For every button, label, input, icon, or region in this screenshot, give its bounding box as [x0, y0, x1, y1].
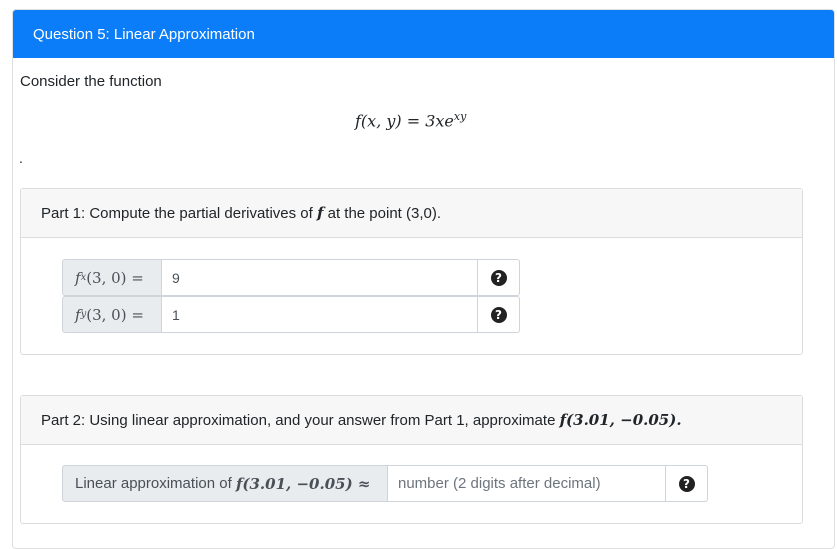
- part1-prompt-var: f: [316, 204, 324, 222]
- part2-panel: Part 2: Using linear approximation, and …: [20, 395, 803, 524]
- linear-approx-help-button[interactable]: ?: [666, 465, 708, 502]
- linear-approx-label: Linear approximation of f(3.01, −0.05) ≈: [62, 465, 388, 502]
- linear-approx-input-group: Linear approximation of f(3.01, −0.05) ≈…: [62, 465, 708, 502]
- part2-header: Part 2: Using linear approximation, and …: [21, 396, 802, 445]
- fx-label-rest: (3, 0) =: [86, 268, 144, 287]
- part1-prompt-pre: Part 1: Compute the partial derivatives …: [41, 205, 313, 222]
- fy-label-rest: (3, 0) =: [86, 305, 144, 324]
- trailing-dot: .: [19, 150, 23, 166]
- part2-prompt-pre: Part 2: Using linear approximation, and …: [41, 412, 556, 429]
- linear-approx-label-pre: Linear approximation of: [75, 475, 232, 492]
- fx-input[interactable]: 9: [162, 259, 478, 296]
- part2-prompt-math: f(3.01, −0.05).: [559, 411, 682, 429]
- question-circle-icon: ?: [490, 306, 507, 323]
- part1-prompt: Part 1: Compute the partial derivatives …: [41, 204, 441, 222]
- part2-prompt: Part 2: Using linear approximation, and …: [41, 411, 682, 429]
- linear-approx-label-math: f(3.01, −0.05) ≈: [235, 474, 371, 493]
- fy-label: f y (3, 0) =: [62, 296, 162, 333]
- equation-exponent: xy: [453, 110, 467, 123]
- question-title: Question 5: Linear Approximation: [33, 25, 255, 43]
- part1-header: Part 1: Compute the partial derivatives …: [21, 189, 802, 238]
- part1-prompt-post: at the point (3,0).: [327, 205, 442, 222]
- fx-input-group: f x (3, 0) = 9 ?: [62, 259, 520, 296]
- question-circle-icon: ?: [678, 475, 695, 492]
- fx-label: f x (3, 0) =: [62, 259, 162, 296]
- linear-approx-input[interactable]: number (2 digits after decimal): [388, 465, 666, 502]
- fy-help-button[interactable]: ?: [478, 296, 520, 333]
- equation-body: f(x, y) = 3xe: [355, 111, 454, 131]
- question-circle-icon: ?: [490, 269, 507, 286]
- question-header: Question 5: Linear Approximation: [13, 10, 834, 58]
- fy-input-group: f y (3, 0) = 1 ?: [62, 296, 520, 333]
- fy-input[interactable]: 1: [162, 296, 478, 333]
- function-equation: f(x, y) = 3xexy: [355, 110, 466, 130]
- fx-help-button[interactable]: ?: [478, 259, 520, 296]
- intro-text: Consider the function: [20, 73, 162, 90]
